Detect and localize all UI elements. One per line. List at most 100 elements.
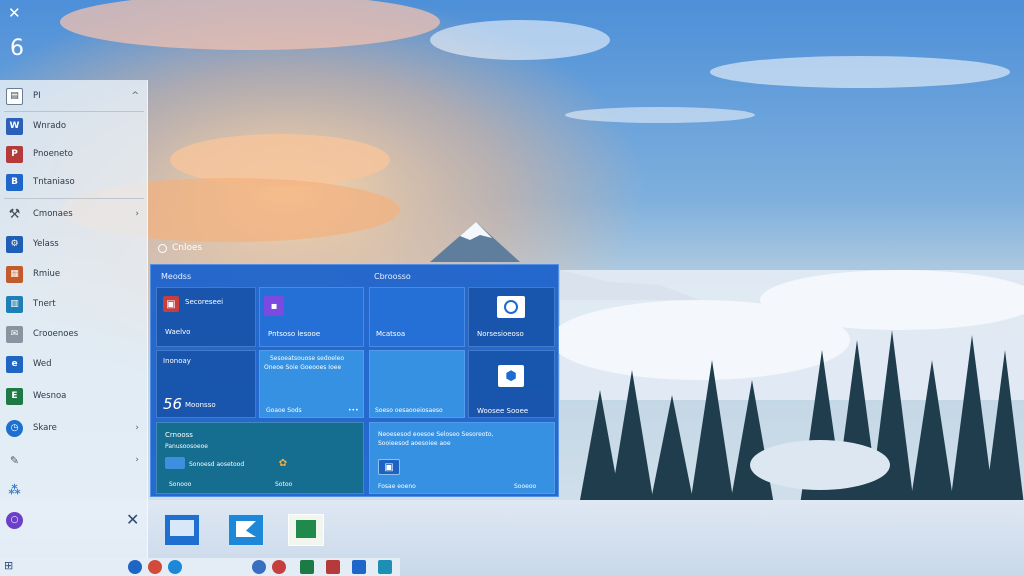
tile-crnooss[interactable]: Crnooss Panusoosoeoe Sonoesd aosetood ✿ … bbox=[156, 422, 364, 494]
sidebar-item-5[interactable]: ⚙ Yelass bbox=[0, 230, 148, 258]
tile-label: Waelvo bbox=[165, 328, 191, 336]
cortana-icon: ○ bbox=[6, 511, 23, 529]
tile-woosee[interactable]: ⬢ Woosee Sooee bbox=[468, 350, 555, 418]
pen-icon: ✎ bbox=[9, 453, 20, 467]
image-icon: ▣ bbox=[378, 459, 400, 475]
tile-label: Panusoosoeoe bbox=[165, 443, 208, 450]
sidebar-item-7[interactable]: ▥ Tnert bbox=[0, 290, 148, 318]
sidebar-item-4[interactable]: ⚒ Cmonaes › bbox=[0, 200, 148, 228]
paint-icon: ✿ bbox=[278, 457, 288, 469]
window-icon bbox=[497, 296, 525, 318]
sidebar-item-label: Pnoeneto bbox=[33, 149, 73, 159]
settings-icon[interactable] bbox=[252, 560, 266, 574]
office-icon: ⬢ bbox=[498, 365, 524, 387]
circle-icon bbox=[158, 243, 167, 253]
chevron-right-icon[interactable]: › bbox=[135, 209, 139, 219]
group-title-right: Cbroosso bbox=[374, 272, 411, 281]
tile-label: Crnooss bbox=[165, 431, 193, 439]
tile-label: Moonsso bbox=[185, 401, 216, 409]
tile-sesoeat[interactable]: Sesoeatsouose sedoeleo Oneoe Soie Goeooe… bbox=[259, 350, 364, 418]
sidebar-item-9[interactable]: e Wed bbox=[0, 350, 148, 378]
tile-label: Sooieesod aoesoiee aoe bbox=[378, 440, 451, 447]
word-icon: W bbox=[6, 117, 23, 135]
chevron-right-icon[interactable]: › bbox=[135, 423, 139, 433]
tile-label: Oneoe Soie Goeooes Ioee bbox=[264, 364, 342, 371]
tile-label: Fosae eoeno bbox=[378, 483, 416, 490]
chevron-right-icon[interactable]: › bbox=[135, 455, 139, 465]
sidebar-top-label: PI bbox=[33, 91, 41, 101]
app-icon: ▪ bbox=[264, 296, 284, 316]
excel-green-icon[interactable] bbox=[300, 560, 314, 574]
sidebar-item-2[interactable]: P Pnoeneto bbox=[0, 140, 148, 168]
sidebar-item-label: Wnrado bbox=[33, 121, 67, 131]
tile-label: Mcatsoa bbox=[376, 330, 406, 338]
settings-icon: ⚙ bbox=[6, 235, 23, 253]
tile-mcatsoa[interactable]: Mcatsoa bbox=[369, 287, 465, 347]
tile-label: Sonooo bbox=[169, 481, 192, 488]
search-icon[interactable] bbox=[128, 560, 142, 574]
word-icon[interactable] bbox=[352, 560, 366, 574]
windows-start-icon[interactable]: ⊞ bbox=[4, 559, 13, 572]
tile-label: Norsesioeoso bbox=[477, 330, 524, 338]
pinned-tile-excel[interactable] bbox=[288, 514, 324, 546]
sidebar-item-13[interactable]: ⁂ bbox=[0, 476, 148, 504]
tile-label: ••• bbox=[348, 407, 359, 414]
sidebar-item-label: Skare bbox=[33, 423, 57, 433]
powerpoint-icon[interactable] bbox=[326, 560, 340, 574]
sidebar-item-1[interactable]: W Wnrado bbox=[0, 112, 148, 140]
image-icon bbox=[165, 457, 185, 469]
start-header[interactable]: Cnloes bbox=[158, 243, 202, 253]
office-icon[interactable] bbox=[272, 560, 286, 574]
divider bbox=[4, 198, 144, 199]
tile-label: Sotoo bbox=[275, 481, 293, 488]
tile-label: Sonoesd aosetood bbox=[189, 461, 245, 468]
document-icon: ▤ bbox=[6, 87, 23, 105]
store-icon: ▥ bbox=[6, 295, 23, 313]
edge-icon[interactable] bbox=[168, 560, 182, 574]
corner-number: 6 bbox=[10, 36, 24, 61]
network-icon: ⁂ bbox=[8, 483, 21, 497]
start-tiles-panel: Meodss Cbroosso ▣ Secoreseei Waelvo ▪ Pn… bbox=[150, 264, 559, 497]
tile-soeso[interactable]: Soeso oesaooeiosaeso bbox=[369, 350, 465, 418]
tile-label: Sooeoo bbox=[514, 483, 537, 490]
tile-inonoay[interactable]: Inonoay 56 Moonsso bbox=[156, 350, 256, 418]
sidebar-top-row[interactable]: ▤ PI ^ bbox=[0, 82, 148, 110]
sidebar-item-3[interactable]: B Tntaniaso bbox=[0, 168, 148, 196]
tools-icon: ⚒ bbox=[8, 206, 21, 222]
sidebar-item-label: Cmonaes bbox=[33, 209, 73, 219]
pinned-tile-mail[interactable] bbox=[228, 514, 264, 546]
tile-label: Soeso oesaooeiosaeso bbox=[375, 407, 443, 414]
sidebar-item-label: Tnert bbox=[33, 299, 56, 309]
tile-norsesioeoso[interactable]: Norsesioeoso bbox=[468, 287, 555, 347]
tile-pntsoso[interactable]: ▪ Pntsoso lesooe bbox=[259, 287, 364, 347]
group-title-left: Meodss bbox=[161, 272, 192, 281]
sidebar-item-label: Yelass bbox=[33, 239, 59, 249]
pinned-tile-photos[interactable] bbox=[164, 514, 200, 546]
tile-label: Secoreseei bbox=[185, 298, 224, 306]
sidebar-item-8[interactable]: ✉ Crooenoes bbox=[0, 320, 148, 348]
sidebar-item-11[interactable]: ◷ Skare › bbox=[0, 414, 148, 442]
sidebar-item-10[interactable]: E Wesnoa bbox=[0, 382, 148, 410]
sidebar-item-12[interactable]: ✎ › bbox=[0, 446, 148, 474]
mail-icon bbox=[236, 521, 256, 537]
tile-neoesesod[interactable]: Neoesesod eoesoe Seloseo Sesoreoto, Sooi… bbox=[369, 422, 555, 494]
chevron-up-icon[interactable]: ^ bbox=[131, 91, 139, 101]
powerpoint-icon: P bbox=[6, 145, 23, 163]
mail-icon: ✉ bbox=[6, 325, 23, 343]
start-app-list: ▤ PI ^ W Wnrado P Pnoeneto B Tntaniaso ⚒… bbox=[0, 80, 148, 560]
tile-label: Woosee Sooee bbox=[477, 407, 529, 415]
chrome-icon[interactable] bbox=[148, 560, 162, 574]
image-icon bbox=[170, 520, 194, 536]
tools-icon[interactable]: ✕ bbox=[8, 4, 21, 22]
excel-green-icon: E bbox=[6, 387, 23, 405]
tile-label: Goaoe Sods bbox=[266, 407, 302, 414]
tile-label: Sesoeatsouose sedoeleo bbox=[270, 355, 345, 362]
excel-icon: B bbox=[6, 173, 23, 191]
taskbar: ⊞ bbox=[0, 558, 400, 576]
sidebar-item-label: Wed bbox=[33, 359, 52, 369]
store-icon[interactable] bbox=[378, 560, 392, 574]
tile-label: Pntsoso lesooe bbox=[268, 330, 321, 338]
sidebar-item-6[interactable]: ▦ Rmiue bbox=[0, 260, 148, 288]
close-icon[interactable]: ✕ bbox=[126, 510, 139, 529]
tile-secoreseei[interactable]: ▣ Secoreseei Waelvo bbox=[156, 287, 256, 347]
